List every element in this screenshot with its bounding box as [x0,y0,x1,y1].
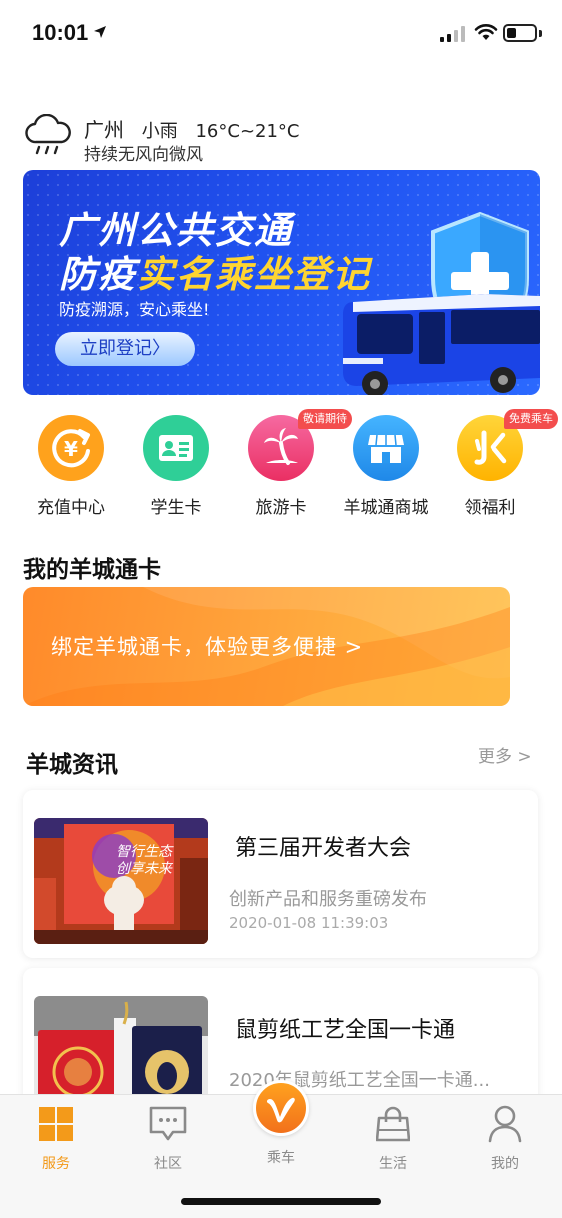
my-card-title: 我的羊城通卡 [23,557,161,583]
svg-text:智行生态: 智行生态 [116,844,174,860]
quick-label-student-card: 学生卡 [150,498,202,518]
location-arrow-icon [94,26,106,38]
tab-label-service: 服务 [42,1156,70,1172]
news-item-title: 第三届开发者大会 [235,836,412,861]
shopping-bag-icon [376,1106,410,1142]
news-card[interactable]: 智行生态 创享未来 第三届开发者大会 创新产品和服务重磅发布 2020-01-0… [23,790,538,958]
tab-me[interactable]: 我的 [465,1105,545,1173]
quick-label-travel-card: 旅游卡 [255,498,307,518]
news-item-desc: 创新产品和服务重磅发布 [229,889,427,910]
store-icon [368,434,404,463]
grid-icon [39,1107,73,1141]
news-item-time: 2020-01-08 11:39:03 [229,914,389,932]
tab-label-ride: 乘车 [267,1150,295,1166]
rain-cloud-icon [25,114,71,155]
wifi-icon [474,24,498,40]
weather-wind: 持续无风向微风 [84,145,203,165]
bind-card-banner[interactable]: 绑定羊城通卡，体验更多便捷 > [23,587,510,706]
svg-text:¥: ¥ [64,437,78,461]
student-card-icon [159,435,193,461]
quick-label-mall: 羊城通商城 [343,498,429,518]
quick-item-mall[interactable]: 羊城通商城 [334,415,438,518]
bind-card-text: 绑定羊城通卡，体验更多便捷 > [51,635,364,659]
tab-label-me: 我的 [491,1156,519,1172]
tab-service[interactable]: 服务 [16,1105,96,1173]
svg-text:创享未来: 创享未来 [116,861,174,877]
weather-city: 广州 [84,118,124,142]
banner-title-line2: 防疫实名乘坐登记 [59,253,371,296]
quick-item-student-card[interactable]: 学生卡 [124,415,228,518]
tab-community[interactable]: 社区 [128,1105,208,1173]
quick-item-recharge[interactable]: ¥ 充值中心 [19,415,123,518]
cellular-signal-icon [440,26,465,42]
weather-condition: 小雨 [141,121,178,142]
free-ride-badge: 免费乘车 [504,409,558,429]
battery-icon [503,24,537,42]
ride-icon [266,1097,295,1123]
quick-label-welfare: 领福利 [464,498,516,518]
recharge-icon: ¥ [52,429,90,468]
register-now-button[interactable]: 立即登记〉 [55,332,195,366]
news-item-title: 鼠剪纸工艺全国一卡通 [235,1018,456,1043]
weather-widget[interactable]: 广州 小雨 16°C~21°C 持续无风向微风 [24,112,544,165]
tab-ride-button[interactable] [253,1080,309,1136]
promo-banner[interactable]: 广州公共交通 防疫实名乘坐登记 防疫溯源，安心乘坐! 立即登记〉 [23,170,540,395]
tab-life[interactable]: 生活 [353,1105,433,1173]
news-thumbnail: 智行生态 创享未来 [34,818,208,944]
quick-item-travel-card[interactable]: 敬请期待 旅游卡 [229,409,352,518]
bus-shield-illustration [343,211,540,395]
status-bar: 10:01 [0,0,562,70]
status-time: 10:01 [32,20,89,45]
quick-label-recharge: 充值中心 [37,498,105,518]
home-indicator[interactable] [181,1198,381,1205]
news-section-title: 羊城资讯 [26,752,118,778]
person-icon [488,1105,522,1143]
quick-menu: ¥ 充值中心 学生卡 敬请期待 旅游卡 羊城通商城 免费乘车 领福利 [0,409,562,525]
chat-icon [149,1106,187,1141]
news-more-link[interactable]: 更多 > [478,742,532,767]
banner-subtitle: 防疫溯源，安心乘坐! [59,300,210,319]
weather-temperature: 16°C~21°C [195,121,300,142]
tab-label-life: 生活 [379,1156,407,1172]
tab-label-community: 社区 [154,1156,182,1172]
quick-item-welfare[interactable]: 免费乘车 领福利 [438,409,558,518]
